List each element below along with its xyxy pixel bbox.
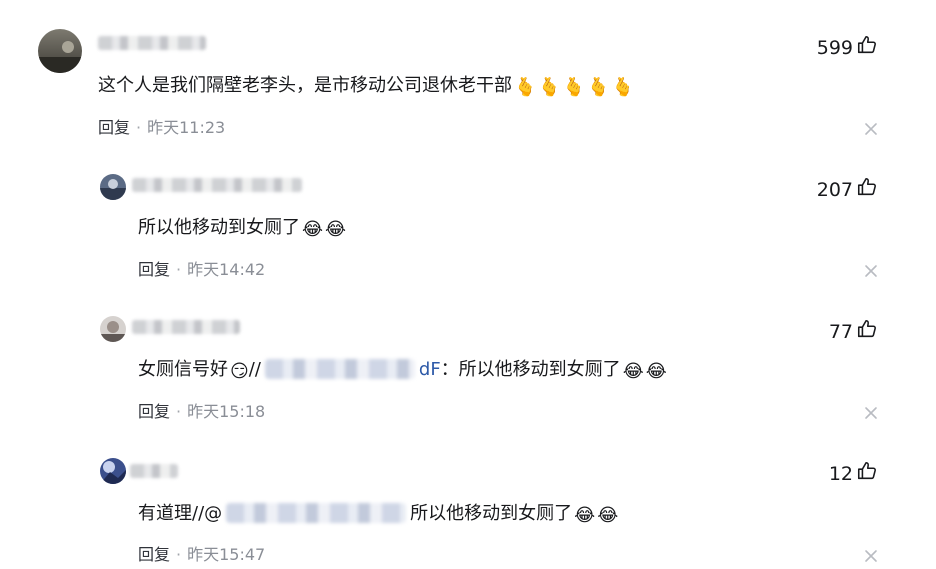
like-button[interactable]: 77 (829, 318, 878, 346)
timestamp: 昨天15:18 (187, 402, 266, 421)
comment-meta: 回复 · 昨天15:47 (138, 545, 265, 565)
username-blurred[interactable] (132, 320, 240, 334)
comment-3: 77 女厕信号好 😏//dF：所以他移动到女厕了 😂 😂 回复 · 昨天15:18 (0, 292, 936, 434)
avatar[interactable] (100, 458, 126, 484)
comment-body-before: 有道理//@ (138, 503, 223, 524)
comment-meta: 回复 · 昨天14:42 (138, 260, 265, 280)
comment-1: 599 这个人是我们隔壁老李头，是市移动公司退休老干部 🫰 🫰 🫰 🫰 🫰 回复 · 昨天11… (0, 0, 936, 150)
like-count: 599 (816, 37, 853, 59)
separator-dot: · (176, 545, 182, 564)
emoji: 🫰 (587, 77, 610, 98)
like-button[interactable]: 599 (817, 34, 878, 62)
comment-4: 12 有道理//@ 所以他移动到女厕了 😂 😂 回复 · 昨天15:47 (0, 434, 936, 569)
timestamp: 昨天11:23 (147, 118, 226, 137)
timestamp: 昨天14:42 (187, 260, 266, 279)
comment-2: 207 所以他移动到女厕了 😂 😂 回复 · 昨天14:42 (0, 150, 936, 292)
thumbs-up-icon (856, 460, 878, 488)
comment-body-after: 所以他移动到女厕了 (410, 503, 573, 524)
emoji: 😂 (574, 505, 596, 526)
comment-text: 有道理//@ 所以他移动到女厕了 😂 😂 (138, 502, 618, 526)
repost-slashes: // (248, 359, 261, 380)
thumbs-up-icon (856, 176, 878, 204)
avatar[interactable] (38, 29, 82, 73)
emoji: 😂 (645, 361, 667, 382)
thumbs-up-icon (856, 34, 878, 62)
avatar[interactable] (100, 316, 126, 342)
emoji: 😂 (325, 219, 347, 240)
separator-dot: · (176, 260, 182, 279)
like-button[interactable]: 12 (829, 460, 878, 488)
username-blurred[interactable] (130, 464, 178, 478)
reply-button[interactable]: 回复 (138, 402, 170, 421)
close-icon[interactable] (862, 404, 880, 422)
like-count: 12 (828, 463, 853, 485)
emoji: 😏 (230, 361, 249, 382)
timestamp: 昨天15:47 (187, 545, 266, 564)
close-icon[interactable] (862, 120, 880, 138)
like-button[interactable]: 207 (817, 176, 878, 204)
comment-text: 这个人是我们隔壁老李头，是市移动公司退休老干部 🫰 🫰 🫰 🫰 🫰 (98, 74, 634, 98)
like-count: 207 (816, 179, 853, 201)
emoji: 😂 (597, 505, 619, 526)
like-count: 77 (828, 321, 853, 343)
emoji: 🫰 (514, 77, 537, 98)
username-blurred[interactable] (132, 178, 302, 192)
comment-meta: 回复 · 昨天15:18 (138, 402, 265, 422)
emoji: 🫰 (562, 77, 586, 98)
mention-blurred[interactable] (226, 503, 407, 523)
separator-dot: · (176, 402, 182, 421)
comment-body: 这个人是我们隔壁老李头，是市移动公司退休老干部 (98, 75, 512, 96)
thumbs-up-icon (856, 318, 878, 346)
comment-text: 所以他移动到女厕了 😂 😂 (138, 216, 346, 240)
comment-body-before: 女厕信号好 (138, 359, 228, 380)
close-icon[interactable] (862, 262, 880, 280)
reply-button[interactable]: 回复 (138, 545, 170, 564)
emoji: 😂 (622, 361, 644, 382)
comment-body-after: ：所以他移动到女厕了 (440, 359, 621, 380)
comment-text: 女厕信号好 😏//dF：所以他移动到女厕了 😂 😂 (138, 358, 667, 382)
separator-dot: · (136, 118, 142, 137)
reply-button[interactable]: 回复 (138, 260, 170, 279)
emoji: 😂 (302, 219, 324, 240)
reply-button[interactable]: 回复 (98, 118, 130, 137)
close-icon[interactable] (862, 547, 880, 565)
mention-tail[interactable]: dF (419, 359, 441, 380)
username-blurred[interactable] (98, 36, 206, 50)
emoji: 🫰 (611, 77, 635, 98)
emoji: 🫰 (538, 77, 561, 98)
mention-blurred[interactable] (264, 359, 415, 379)
avatar[interactable] (100, 174, 126, 200)
comment-body: 所以他移动到女厕了 (138, 217, 300, 238)
comment-meta: 回复 · 昨天11:23 (98, 118, 225, 138)
